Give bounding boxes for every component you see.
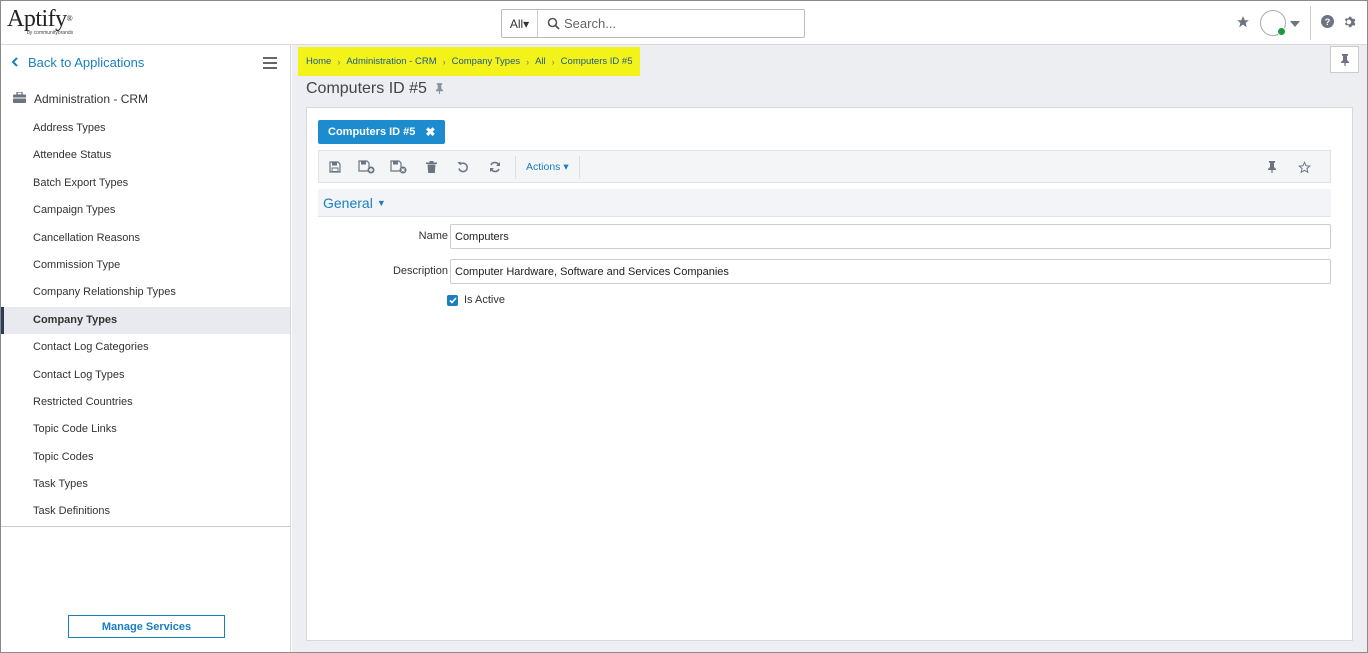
page-title: Computers ID #5	[306, 79, 444, 99]
svg-text:?: ?	[1325, 17, 1331, 27]
user-avatar[interactable]	[1260, 10, 1286, 36]
record-tab-label: Computers ID #5	[328, 126, 416, 138]
sidebar-item-campaign-types[interactable]: Campaign Types	[1, 197, 290, 224]
save-and-new-icon[interactable]	[351, 155, 383, 179]
menu-icon[interactable]	[263, 57, 277, 69]
breadcrumb-separator-icon: ›	[337, 56, 341, 67]
aptify-logo[interactable]: Aptify® by communitybrands	[7, 7, 77, 41]
undo-icon[interactable]	[447, 155, 479, 179]
breadcrumb-home[interactable]: Home	[306, 56, 331, 67]
sidebar-item-address-types[interactable]: Address Types	[1, 115, 290, 142]
toolbar-right	[1256, 155, 1320, 179]
breadcrumb-separator-icon: ›	[551, 56, 555, 67]
sidebar-item-company-relationship-types[interactable]: Company Relationship Types	[1, 279, 290, 306]
close-icon[interactable]: ✖	[425, 125, 435, 139]
star-outline-icon[interactable]	[1288, 155, 1320, 179]
sidebar-item-topic-code-links[interactable]: Topic Code Links	[1, 416, 290, 443]
record-toolbar: Actions ▾	[318, 150, 1331, 183]
description-field-row: Description	[318, 259, 1331, 285]
sidebar-section-title: Administration - CRM	[13, 91, 149, 106]
checkmark-icon	[448, 296, 457, 304]
toolbar-divider	[578, 155, 580, 178]
name-label: Name	[418, 230, 448, 242]
gear-icon[interactable]	[1343, 15, 1357, 32]
sidebar-divider	[1, 526, 290, 527]
pin-icon	[1340, 53, 1349, 66]
breadcrumb-separator-icon: ›	[442, 56, 446, 67]
save-icon[interactable]	[319, 155, 351, 179]
breadcrumb-all[interactable]: All	[535, 56, 546, 67]
favorites-star-icon[interactable]	[1236, 15, 1250, 32]
toolbar-divider	[515, 155, 516, 178]
delete-icon[interactable]	[415, 155, 447, 179]
record-form-card: Computers ID #5 ✖ Actions ▾ General ▼ Na…	[306, 107, 1353, 641]
name-field-row: Name	[318, 224, 1331, 250]
logo-text: Aptify®	[7, 6, 73, 32]
pin-icon[interactable]	[435, 81, 444, 99]
sidebar: Back to Applications Administration - CR…	[1, 45, 291, 652]
online-status-icon	[1277, 27, 1286, 36]
header-divider	[1310, 6, 1311, 40]
record-tab[interactable]: Computers ID #5 ✖	[318, 120, 446, 144]
save-and-close-icon[interactable]	[383, 155, 415, 179]
is-active-label: Is Active	[464, 294, 505, 306]
back-to-applications-link[interactable]: Back to Applications	[11, 55, 144, 70]
breadcrumb-separator-icon: ›	[526, 56, 530, 67]
breadcrumb: Home › Administration - CRM › Company Ty…	[298, 47, 641, 76]
sidebar-item-company-types[interactable]: Company Types	[1, 306, 290, 335]
sidebar-nav: Address Types Attendee Status Batch Expo…	[1, 115, 290, 526]
breadcrumb-current[interactable]: Computers ID #5	[561, 56, 633, 67]
briefcase-icon	[13, 91, 26, 106]
sidebar-item-contact-log-types[interactable]: Contact Log Types	[1, 362, 290, 389]
caret-down-icon: ▼	[376, 197, 386, 208]
header-actions: ?	[1236, 6, 1357, 40]
is-active-checkbox[interactable]	[447, 294, 458, 306]
help-icon[interactable]: ?	[1321, 15, 1334, 31]
sidebar-item-task-types[interactable]: Task Types	[1, 471, 290, 498]
refresh-icon[interactable]	[479, 155, 511, 179]
global-search: All▾	[501, 9, 805, 38]
actions-menu-button[interactable]: Actions ▾	[520, 161, 575, 173]
general-section-header[interactable]: General ▼	[318, 189, 1331, 217]
back-label: Back to Applications	[28, 55, 145, 70]
general-section-label: General	[323, 194, 373, 211]
sidebar-item-batch-export-types[interactable]: Batch Export Types	[1, 170, 290, 197]
search-input[interactable]	[564, 11, 794, 36]
sidebar-item-task-definitions[interactable]: Task Definitions	[1, 498, 290, 525]
breadcrumb-administration-crm[interactable]: Administration - CRM	[346, 56, 436, 67]
sidebar-item-commission-type[interactable]: Commission Type	[1, 252, 290, 279]
sidebar-item-cancellation-reasons[interactable]: Cancellation Reasons	[1, 225, 290, 252]
main-content: Home › Administration - CRM › Company Ty…	[292, 45, 1367, 652]
description-label: Description	[392, 265, 448, 277]
sidebar-item-attendee-status[interactable]: Attendee Status	[1, 142, 290, 169]
pin-page-button[interactable]	[1330, 46, 1359, 73]
logo-subtitle: by communitybrands	[27, 30, 74, 36]
sidebar-item-contact-log-categories[interactable]: Contact Log Categories	[1, 334, 290, 361]
is-active-row: Is Active	[447, 294, 505, 306]
manage-services-button[interactable]: Manage Services	[68, 615, 225, 638]
page-title-text: Computers ID #5	[306, 80, 427, 97]
top-header: Aptify® by communitybrands All▾ ?	[1, 1, 1367, 45]
search-icon	[542, 17, 564, 30]
pin-icon[interactable]	[1256, 155, 1288, 179]
search-scope-dropdown[interactable]: All▾	[502, 10, 538, 37]
section-title-label: Administration - CRM	[34, 92, 149, 106]
description-input[interactable]	[450, 259, 1331, 284]
chevron-left-icon	[11, 55, 18, 70]
sidebar-item-topic-codes[interactable]: Topic Codes	[1, 444, 290, 471]
name-input[interactable]	[450, 224, 1331, 249]
breadcrumb-company-types[interactable]: Company Types	[452, 56, 520, 67]
chevron-down-icon[interactable]	[1290, 16, 1300, 30]
sidebar-item-restricted-countries[interactable]: Restricted Countries	[1, 389, 290, 416]
